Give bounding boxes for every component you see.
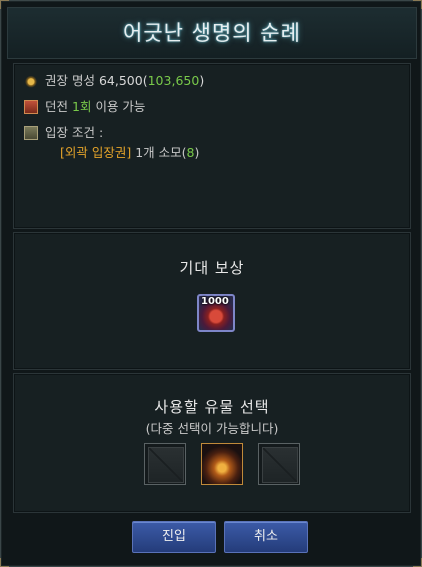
- relic-slot-empty[interactable]: [258, 443, 300, 485]
- relic-slot-empty[interactable]: [144, 443, 186, 485]
- relic-crown-icon[interactable]: [201, 443, 243, 485]
- requirements-panel: 권장 명성 64,500(103,650) 던전 1회 이용 가능 입장 조건 …: [13, 63, 411, 229]
- reward-title: 기대 보상: [179, 259, 245, 277]
- cancel-button[interactable]: 취소: [224, 521, 308, 553]
- entry-ticket-row: [외곽 입장권] 1개 소모(8): [60, 144, 199, 162]
- fame-value: 64,500: [98, 73, 143, 88]
- dungeon-count: 1회: [72, 99, 92, 114]
- reward-quantity-badge: 1000: [201, 296, 229, 307]
- recommended-fame-row: 권장 명성 64,500(103,650): [24, 72, 204, 90]
- title-bar: 어긋난 생명의 순례: [7, 7, 417, 59]
- reputation-token-icon[interactable]: 1000: [197, 294, 235, 332]
- entry-ticket-name: [외곽 입장권]: [60, 145, 132, 160]
- enter-button[interactable]: 진입: [132, 521, 216, 553]
- chest-icon: [24, 99, 38, 114]
- fame-paren-close: ): [199, 73, 205, 88]
- expected-reward-panel: 기대 보상 1000: [13, 232, 411, 370]
- entry-ticket-owned: 8: [186, 145, 195, 160]
- dungeon-label: 던전: [45, 99, 69, 114]
- frame-corner: [0, 558, 9, 567]
- fame-current: 103,650: [147, 73, 200, 88]
- entry-paren-close: ): [194, 145, 200, 160]
- entry-label: 입장 조건 :: [45, 125, 104, 140]
- empty-slot-icon: [262, 447, 298, 483]
- window-title: 어긋난 생명의 순례: [123, 21, 301, 45]
- dungeon-uses-row: 던전 1회 이용 가능: [24, 98, 145, 116]
- scroll-icon: [24, 125, 38, 140]
- dungeon-entry-window: 어긋난 생명의 순례 권장 명성 64,500(103,650) 던전 1회 이…: [0, 0, 422, 567]
- relic-select-panel: 사용할 유물 선택 (다중 선택이 가능합니다): [13, 373, 411, 513]
- crest-icon: [24, 73, 38, 88]
- relic-title: 사용할 유물 선택: [154, 398, 270, 416]
- relic-subtitle: (다중 선택이 가능합니다): [145, 421, 279, 436]
- dungeon-suffix: 이용 가능: [95, 99, 146, 114]
- frame-corner: [413, 558, 422, 567]
- empty-slot-icon: [148, 447, 184, 483]
- entry-ticket-cost: 1개 소모: [135, 145, 182, 160]
- entry-condition-row: 입장 조건 :: [24, 124, 103, 142]
- fame-label: 권장 명성: [45, 73, 95, 88]
